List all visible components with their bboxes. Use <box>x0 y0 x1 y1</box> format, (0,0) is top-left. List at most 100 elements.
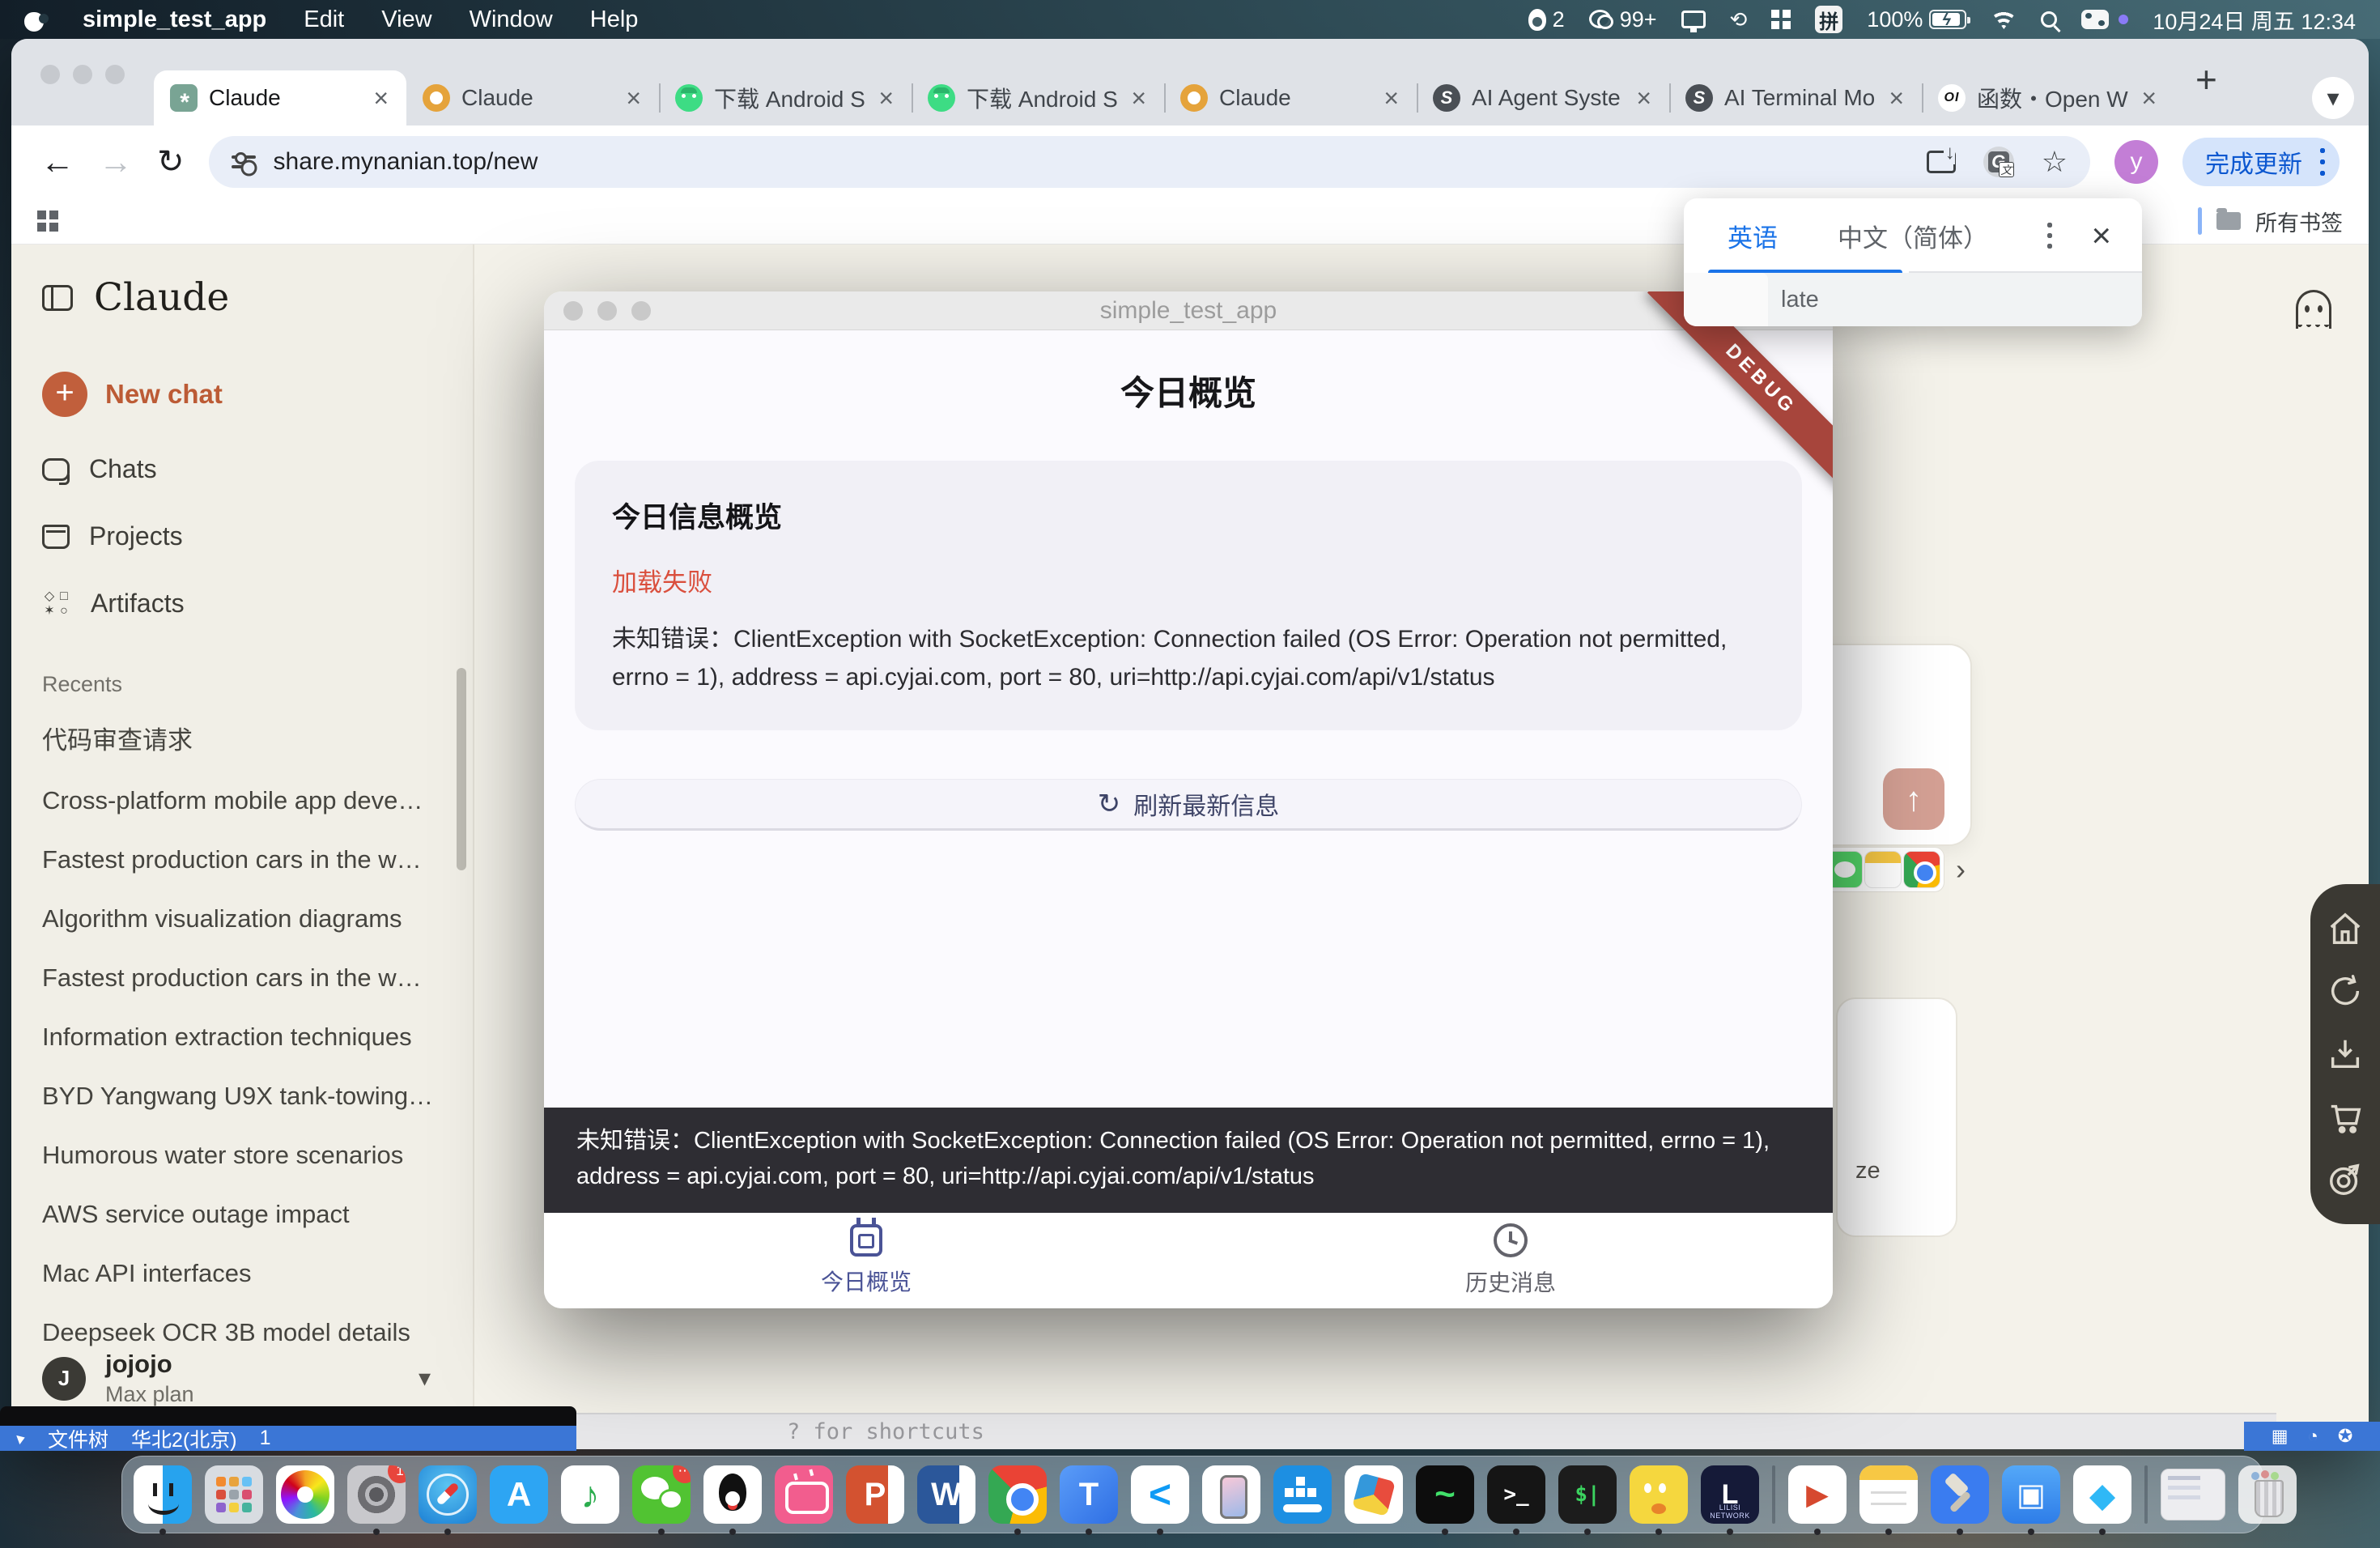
battery-status-item[interactable]: 100%ϟ <box>1867 7 1966 32</box>
recent-chat-item[interactable]: Humorous water store scenarios <box>42 1141 431 1170</box>
tab-close-icon[interactable]: × <box>1887 83 1906 113</box>
app-minimize-button[interactable] <box>597 301 617 321</box>
input-method-icon[interactable]: 拼 <box>1815 6 1842 33</box>
share-circle-icon[interactable] <box>2327 1161 2364 1198</box>
app-title-bar[interactable]: simple_test_app <box>544 291 1833 330</box>
ide-file-tree-label[interactable]: 文件树 <box>48 1424 108 1453</box>
recent-chat-item[interactable]: Fastest production cars in the w… <box>42 845 431 874</box>
site-settings-icon[interactable] <box>232 151 256 172</box>
address-bar[interactable]: share.mynanian.top/new ☆ <box>209 136 2090 188</box>
tab-close-icon[interactable]: × <box>372 83 390 113</box>
window-grid-icon[interactable] <box>1771 10 1791 29</box>
sidebar-item-chats[interactable]: Chats <box>42 454 473 484</box>
suggestion-card[interactable]: ze <box>1836 997 1957 1237</box>
wechat-status-item[interactable]: 99+ <box>1589 7 1657 32</box>
sidebar-item-artifacts[interactable]: ◇□✶○ Artifacts <box>42 589 473 619</box>
tab-close-icon[interactable]: × <box>2140 83 2158 113</box>
close-window-button[interactable] <box>40 65 60 84</box>
refresh-button[interactable]: ↻ 刷新最新信息 <box>575 779 1802 831</box>
browser-tab[interactable]: Claude × <box>406 70 659 125</box>
translate-close-icon[interactable]: × <box>2091 219 2111 253</box>
sidebar-scrollbar[interactable] <box>457 668 466 870</box>
tab-close-icon[interactable]: × <box>1382 83 1400 113</box>
nav-tab-today[interactable]: 今日概览 <box>544 1213 1188 1308</box>
ide-region-label[interactable]: 华北2(北京) <box>131 1424 237 1453</box>
grid-icon[interactable]: ▦ <box>2272 1426 2289 1447</box>
browser-tab[interactable]: Claude × <box>154 70 406 125</box>
qq-status-item[interactable]: 2 <box>1528 7 1565 32</box>
user-menu[interactable]: J jojojo Max plan ▾ <box>42 1350 431 1407</box>
chrome-mini-icon[interactable] <box>1903 851 1940 888</box>
notification-icon[interactable]: ◔ <box>2308 1426 2318 1447</box>
display-icon[interactable] <box>1681 11 1706 28</box>
recent-chat-item[interactable]: Information extraction techniques <box>42 1023 431 1052</box>
recent-chat-item[interactable]: Deepseek OCR 3B model details <box>42 1318 431 1347</box>
control-center-icon[interactable] <box>2081 10 2109 29</box>
app-traffic-lights[interactable] <box>563 301 651 321</box>
recent-chat-item[interactable]: 代码审查请求 <box>42 720 431 756</box>
app-zoom-button[interactable] <box>631 301 651 321</box>
home-icon[interactable] <box>2327 910 2364 947</box>
send-button[interactable]: ↑ <box>1883 768 1944 830</box>
browser-tab[interactable]: AI Agent Syste × <box>1417 70 1669 125</box>
sidebar-toggle-icon[interactable] <box>42 285 73 311</box>
time-machine-icon[interactable]: ⟲ <box>1730 7 1748 32</box>
apps-grid-icon[interactable] <box>37 211 58 232</box>
ghost-icon[interactable] <box>2296 290 2331 329</box>
recent-chat-item[interactable]: Cross-platform mobile app deve… <box>42 786 431 815</box>
badge-icon[interactable]: ✪ <box>2338 1426 2352 1447</box>
browser-tab[interactable]: AI Terminal Mo × <box>1669 70 1922 125</box>
install-app-icon[interactable] <box>1927 151 1956 173</box>
recent-chat-item[interactable]: AWS service outage impact <box>42 1200 431 1229</box>
tab-search-chevron[interactable]: ▾ <box>2312 77 2354 119</box>
notes-mini-icon[interactable] <box>1864 851 1902 888</box>
tab-close-icon[interactable]: × <box>1129 83 1148 113</box>
browser-tab[interactable]: 下载 Android St × <box>912 70 1164 125</box>
apple-menu-icon[interactable] <box>24 7 45 32</box>
app-close-button[interactable] <box>563 301 583 321</box>
menu-item-view[interactable]: View <box>381 6 431 33</box>
all-bookmarks-button[interactable]: 所有书签 <box>2255 206 2343 237</box>
tray-chevron-icon[interactable]: › <box>1956 853 1966 887</box>
back-button[interactable]: ← <box>40 145 74 179</box>
url-text[interactable]: share.mynanian.top/new <box>274 148 1909 176</box>
menu-item-help[interactable]: Help <box>590 6 639 33</box>
traffic-lights[interactable] <box>40 65 125 84</box>
sidebar-item-projects[interactable]: Projects <box>42 521 473 551</box>
tab-close-icon[interactable]: × <box>624 83 643 113</box>
menu-item-edit[interactable]: Edit <box>304 6 344 33</box>
zoom-window-button[interactable] <box>105 65 125 84</box>
browser-tab[interactable]: 下载 Android St × <box>659 70 912 125</box>
cart-icon[interactable] <box>2327 1099 2364 1136</box>
claude-logo[interactable]: Claude <box>94 275 229 320</box>
browser-profile-avatar[interactable]: y <box>2114 140 2158 184</box>
forward-button[interactable]: → <box>99 145 133 179</box>
recent-chat-item[interactable]: Algorithm visualization diagrams <box>42 904 431 933</box>
menu-item-window[interactable]: Window <box>470 6 553 33</box>
recent-chat-item[interactable]: Mac API interfaces <box>42 1259 431 1288</box>
chrome-update-button[interactable]: 完成更新 <box>2182 138 2340 186</box>
refresh-icon[interactable] <box>2327 972 2364 1010</box>
reload-button[interactable]: ↻ <box>157 146 185 178</box>
translate-icon[interactable] <box>1983 147 2014 177</box>
recent-chat-item[interactable]: BYD Yangwang U9X tank-towing… <box>42 1082 431 1111</box>
wifi-icon[interactable] <box>1991 10 2017 29</box>
nav-tab-history[interactable]: 历史消息 <box>1188 1213 1833 1308</box>
bookmark-star-icon[interactable]: ☆ <box>2042 145 2068 179</box>
browser-tab[interactable]: Claude × <box>1164 70 1417 125</box>
menu-datetime[interactable]: 10月24日 周五 12:34 <box>2153 4 2356 36</box>
translate-options-icon[interactable] <box>2047 221 2052 250</box>
tab-close-icon[interactable]: × <box>877 83 895 113</box>
translate-tab-chinese[interactable]: 中文（简体） <box>1838 218 1988 254</box>
download-icon[interactable] <box>2327 1036 2364 1073</box>
menu-app-name[interactable]: simple_test_app <box>83 6 266 33</box>
new-tab-button[interactable]: + <box>2195 61 2217 98</box>
browser-tab[interactable]: 函数・Open We × <box>1922 70 2174 125</box>
browser-menu-icon[interactable] <box>2320 148 2325 176</box>
minimize-window-button[interactable] <box>73 65 92 84</box>
search-icon[interactable] <box>2041 11 2057 28</box>
translate-tab-english[interactable]: 英语 <box>1728 218 1778 254</box>
tab-close-icon[interactable]: × <box>1634 83 1653 113</box>
recent-chat-item[interactable]: Fastest production cars in the w… <box>42 963 431 993</box>
new-chat-button[interactable]: + New chat <box>42 372 473 417</box>
